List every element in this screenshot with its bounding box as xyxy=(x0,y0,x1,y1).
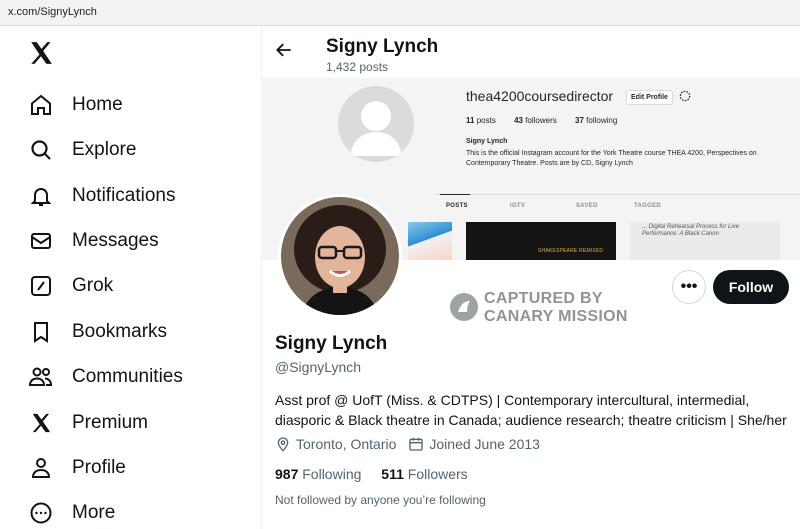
ig-tab-tagged: TAGGED xyxy=(634,203,662,209)
more-options-button[interactable]: ••• xyxy=(672,270,706,304)
ig-bio: This is the official Instagram account f… xyxy=(466,150,757,167)
following-label: Following xyxy=(302,466,362,482)
home-icon xyxy=(28,92,54,118)
ig-edit-profile-button: Edit Profile xyxy=(626,90,673,105)
profile-location: Toronto, Ontario xyxy=(275,436,396,452)
x-logo-icon xyxy=(28,410,54,436)
sidebar-item-notifications[interactable]: Notifications xyxy=(20,176,250,216)
ig-stats: 11 posts 43 followers 37 following xyxy=(466,116,633,125)
sidebar-item-profile[interactable]: Profile xyxy=(20,448,250,488)
people-icon xyxy=(28,364,54,390)
ig-tab-igtv: IGTV xyxy=(510,203,526,209)
sidebar-item-label: Grok xyxy=(72,275,114,296)
following-link[interactable]: 987 Following xyxy=(275,466,361,482)
profile-joined: Joined June 2013 xyxy=(408,436,540,452)
follow-stats: 987 Following 511 Followers xyxy=(275,466,484,482)
watermark-line-1: CAPTURED BY xyxy=(484,290,603,307)
gear-icon xyxy=(678,89,692,103)
location-text: Toronto, Ontario xyxy=(296,436,397,452)
sidebar: Home Explore Notifications Messages Grok… xyxy=(0,26,262,529)
sidebar-item-label: Messages xyxy=(72,230,159,251)
sidebar-item-label: Explore xyxy=(72,139,137,160)
not-followed-notice: Not followed by anyone you’re following xyxy=(275,493,486,507)
sidebar-item-messages[interactable]: Messages xyxy=(20,221,250,261)
canary-logo-icon xyxy=(450,293,478,321)
sidebar-item-label: More xyxy=(72,502,116,523)
followers-count: 511 xyxy=(381,466,404,482)
sidebar-item-home[interactable]: Home xyxy=(20,85,250,125)
sidebar-item-label: Notifications xyxy=(72,185,176,206)
header-post-count: 1,432 posts xyxy=(326,60,389,74)
profile-name: Signy Lynch xyxy=(275,333,388,354)
profile-header: Signy Lynch 1,432 posts xyxy=(262,26,800,78)
ig-tabs: POSTS IGTV SAVED TAGGED xyxy=(434,194,800,216)
profile-bio: Asst prof @ UofT (Miss. & CDTPS) | Conte… xyxy=(275,392,787,428)
url-text: x.com/SignyLynch xyxy=(8,6,97,18)
sidebar-item-label: Profile xyxy=(72,457,126,478)
sidebar-item-label: Communities xyxy=(72,366,183,387)
profile-handle: @SignyLynch xyxy=(275,359,362,375)
profile-meta: Toronto, Ontario Joined June 2013 xyxy=(275,436,552,452)
profile-avatar[interactable] xyxy=(278,194,402,318)
sidebar-item-grok[interactable]: Grok xyxy=(20,266,250,306)
bell-icon xyxy=(28,183,54,209)
ig-display-name: Signy Lynch xyxy=(466,138,508,145)
profile-main: Signy Lynch 1,432 posts thea4200coursedi… xyxy=(262,26,800,529)
calendar-icon xyxy=(409,438,424,451)
x-logo-icon[interactable] xyxy=(28,40,56,68)
back-arrow-icon[interactable] xyxy=(274,40,298,64)
ig-thumbnail xyxy=(408,222,452,260)
joined-text: Joined June 2013 xyxy=(429,436,540,452)
browser-url-bar[interactable]: x.com/SignyLynch xyxy=(0,0,800,26)
sidebar-item-bookmarks[interactable]: Bookmarks xyxy=(20,312,250,352)
following-count: 987 xyxy=(275,466,299,482)
follow-button[interactable]: Follow xyxy=(713,270,789,304)
sidebar-item-label: Bookmarks xyxy=(72,321,168,342)
location-pin-icon xyxy=(277,437,289,452)
header-name: Signy Lynch xyxy=(326,36,439,57)
ig-thumbnail-caption: ... Digital Rehearsal Process for Live P… xyxy=(642,224,740,237)
sidebar-item-label: Home xyxy=(72,94,123,115)
bookmark-icon xyxy=(28,319,54,345)
envelope-icon xyxy=(28,228,54,254)
ig-thumbnail: ... Digital Rehearsal Process for Live P… xyxy=(630,222,780,260)
person-icon xyxy=(28,455,54,481)
search-icon xyxy=(28,137,54,163)
canary-mission-watermark: CAPTURED BY CANARY MISSION xyxy=(450,288,670,328)
sidebar-item-more[interactable]: More xyxy=(20,493,250,529)
sidebar-item-explore[interactable]: Explore xyxy=(20,130,250,170)
ig-avatar-placeholder xyxy=(338,86,414,162)
followers-label: Followers xyxy=(407,466,468,482)
ig-follower-count: 43 xyxy=(514,116,523,125)
ig-following-count: 37 xyxy=(575,116,584,125)
watermark-line-2: CANARY MISSION xyxy=(484,308,628,325)
ig-post-count: 11 xyxy=(466,116,475,125)
grok-icon xyxy=(28,273,54,299)
ig-thumbnail-caption: SHAKESPEARE REMIXED xyxy=(538,248,604,254)
more-circle-icon xyxy=(28,500,54,526)
sidebar-item-premium[interactable]: Premium xyxy=(20,403,250,443)
ig-thumbnail: SHAKESPEARE REMIXED xyxy=(466,222,616,260)
ig-follower-label: followers xyxy=(525,116,557,125)
ig-post-label: posts xyxy=(476,116,496,125)
ig-tab-saved: SAVED xyxy=(576,203,598,209)
ig-tab-posts: POSTS xyxy=(440,194,470,209)
sidebar-item-communities[interactable]: Communities xyxy=(20,357,250,397)
sidebar-item-label: Premium xyxy=(72,412,149,433)
ig-username: thea4200coursedirector xyxy=(466,88,614,104)
followers-link[interactable]: 511 Followers xyxy=(381,466,467,482)
ig-following-label: following xyxy=(586,116,618,125)
